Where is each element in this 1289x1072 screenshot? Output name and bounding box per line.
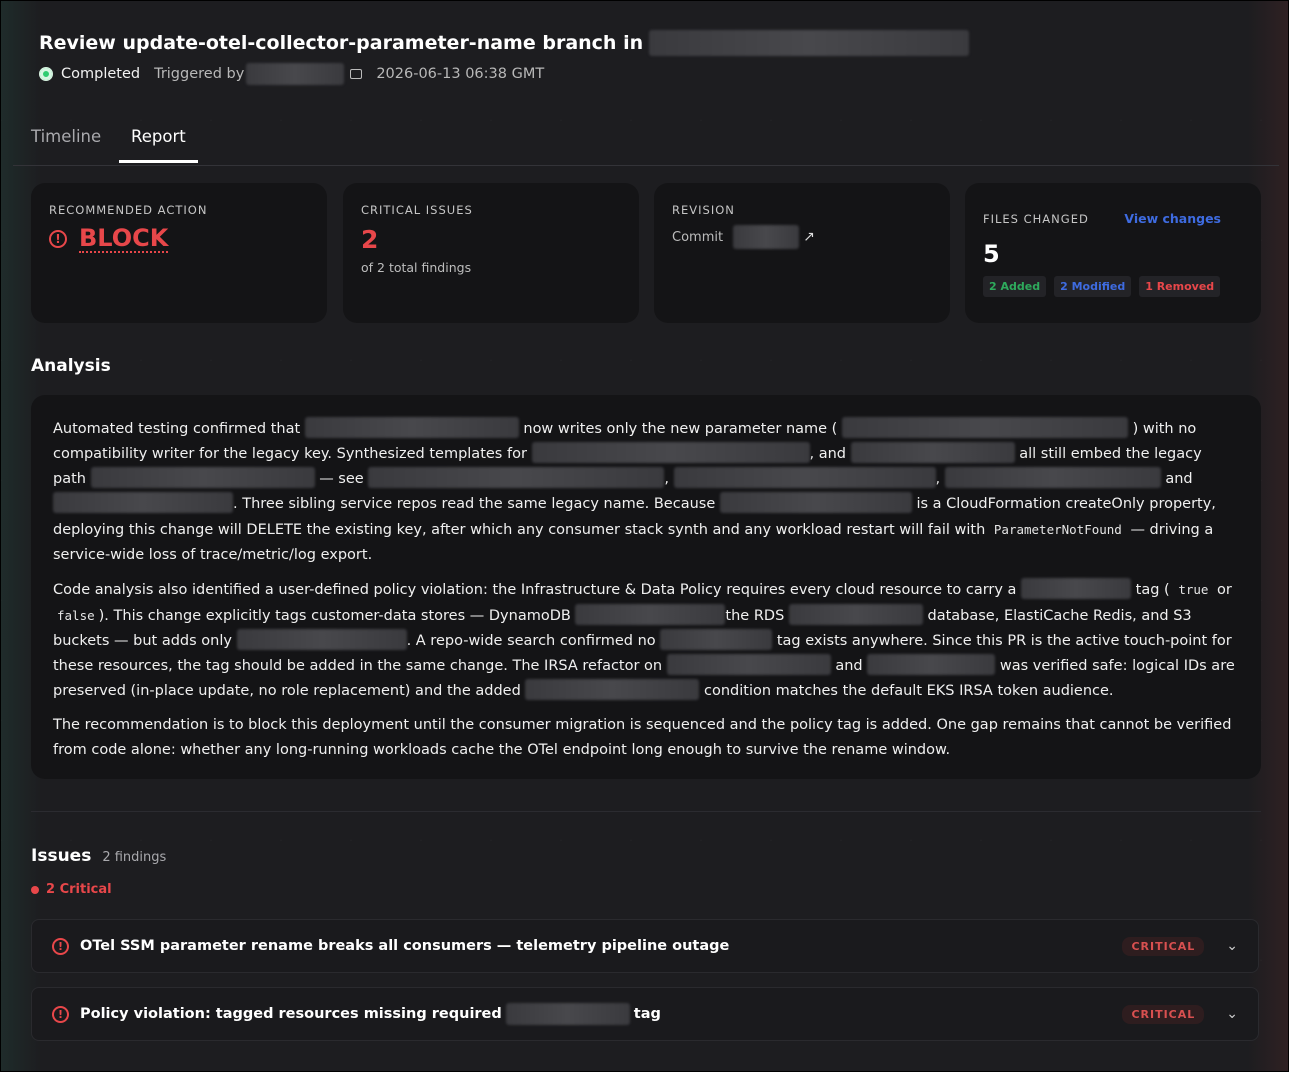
triggered-by-label: Triggered by xyxy=(154,66,245,82)
issues-count: 2 findings xyxy=(102,850,167,865)
status-line: Completed Triggered by 2026-06-13 06:38 … xyxy=(39,63,969,85)
chevron-down-icon[interactable]: ⌄ xyxy=(1226,1006,1238,1022)
alert-circle-icon: ! xyxy=(52,937,69,955)
redacted-repo-name xyxy=(649,30,970,56)
issues-heading: Issues xyxy=(31,846,92,866)
redacted-commit-hash[interactable] xyxy=(733,225,800,249)
critical-filter[interactable]: 2 Critical xyxy=(31,882,112,897)
card-label: RECOMMENDED ACTION xyxy=(49,203,208,217)
added-badge: 2 Added xyxy=(983,276,1047,297)
commit-label: Commit xyxy=(672,229,724,245)
issue-row[interactable]: ! OTel SSM parameter rename breaks all c… xyxy=(31,919,1259,973)
issue-title: OTel SSM parameter rename breaks all con… xyxy=(80,938,730,954)
status-text: Completed xyxy=(61,66,141,82)
file-change-badges: 2 Added 2 Modified 1 Removed xyxy=(983,276,1243,297)
modified-badge: 2 Modified xyxy=(1054,276,1132,297)
issue-row[interactable]: ! Policy violation: tagged resources mis… xyxy=(31,987,1259,1041)
external-link-icon[interactable]: ↗ xyxy=(803,229,815,245)
removed-badge: 1 Removed xyxy=(1139,276,1221,297)
analysis-panel: Automated testing confirmed that now wri… xyxy=(31,395,1261,779)
timestamp: 2026-06-13 06:38 GMT xyxy=(376,66,545,82)
page-header: Review update-otel-collector-parameter-n… xyxy=(39,29,970,85)
tab-report[interactable]: Report xyxy=(119,127,198,163)
critical-issues-card: CRITICAL ISSUES 2 of 2 total findings xyxy=(343,183,639,323)
redacted-user xyxy=(246,63,345,85)
block-recommendation: ! BLOCK xyxy=(49,225,309,253)
commit-row: Commit ↗ xyxy=(672,225,932,249)
app-frame: Review update-otel-collector-parameter-n… xyxy=(0,0,1289,1072)
critical-count: 2 xyxy=(361,225,379,254)
section-divider xyxy=(31,811,1261,812)
recommended-action-card: RECOMMENDED ACTION ! BLOCK xyxy=(31,183,327,323)
revision-card: REVISION Commit ↗ xyxy=(654,183,950,323)
critical-dot-icon xyxy=(31,885,39,894)
files-count: 5 xyxy=(983,240,1000,268)
redacted-tag-name xyxy=(505,1003,630,1025)
severity-badge: CRITICAL xyxy=(1122,936,1205,956)
comment-icon[interactable] xyxy=(350,69,363,79)
analysis-paragraph-3: The recommendation is to block this depl… xyxy=(53,717,1232,758)
severity-badge: CRITICAL xyxy=(1122,1004,1205,1024)
total-findings: of 2 total findings xyxy=(361,260,472,275)
card-label: CRITICAL ISSUES xyxy=(361,203,473,217)
view-changes-link[interactable]: View changes xyxy=(1124,211,1221,226)
card-label: REVISION xyxy=(672,203,735,217)
tab-bar: Timeline Report xyxy=(13,119,1279,166)
alert-circle-icon: ! xyxy=(49,230,67,248)
files-changed-card: FILES CHANGED View changes 5 2 Added 2 M… xyxy=(965,183,1261,323)
card-label: FILES CHANGED xyxy=(983,211,1089,226)
tab-timeline[interactable]: Timeline xyxy=(19,127,113,162)
issues-header: Issues 2 findings xyxy=(31,846,166,866)
error-code: ParameterNotFound xyxy=(993,522,1122,537)
completed-status-icon xyxy=(39,67,53,81)
issue-title: Policy violation: tagged resources missi… xyxy=(80,1003,1122,1025)
page-title: Review update-otel-collector-parameter-n… xyxy=(39,29,970,57)
alert-circle-icon: ! xyxy=(52,1005,69,1023)
block-value: BLOCK xyxy=(79,224,169,253)
analysis-heading: Analysis xyxy=(31,356,111,376)
analysis-paragraph-2: Code analysis also identified a user-def… xyxy=(53,577,1239,704)
chevron-down-icon[interactable]: ⌄ xyxy=(1226,938,1238,954)
analysis-paragraph-1: Automated testing confirmed that now wri… xyxy=(53,417,1239,568)
